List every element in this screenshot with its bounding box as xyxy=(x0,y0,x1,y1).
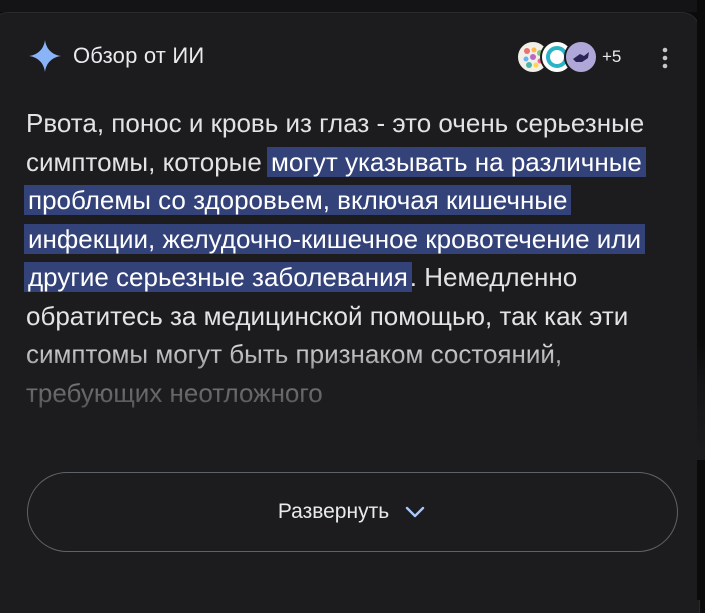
source-favicon-3[interactable] xyxy=(564,40,598,74)
expand-label: Развернуть xyxy=(277,500,390,523)
overview-text: Рвота, понос и кровь из глаз - это очень… xyxy=(24,104,676,412)
sparkle-icon xyxy=(29,40,61,72)
sources-stack[interactable]: +5 xyxy=(516,40,621,74)
right-edge xyxy=(697,0,705,600)
bird-logo-icon xyxy=(573,52,589,62)
overview-title: Обзор от ИИ xyxy=(73,43,205,68)
sources-more-count[interactable]: +5 xyxy=(602,47,621,67)
chevron-down-icon xyxy=(405,506,425,518)
expand-button[interactable]: Развернуть xyxy=(27,472,678,552)
more-vert-icon[interactable] xyxy=(655,44,675,72)
top-strip xyxy=(0,0,705,12)
overview-header: Обзор от ИИ xyxy=(27,38,204,74)
